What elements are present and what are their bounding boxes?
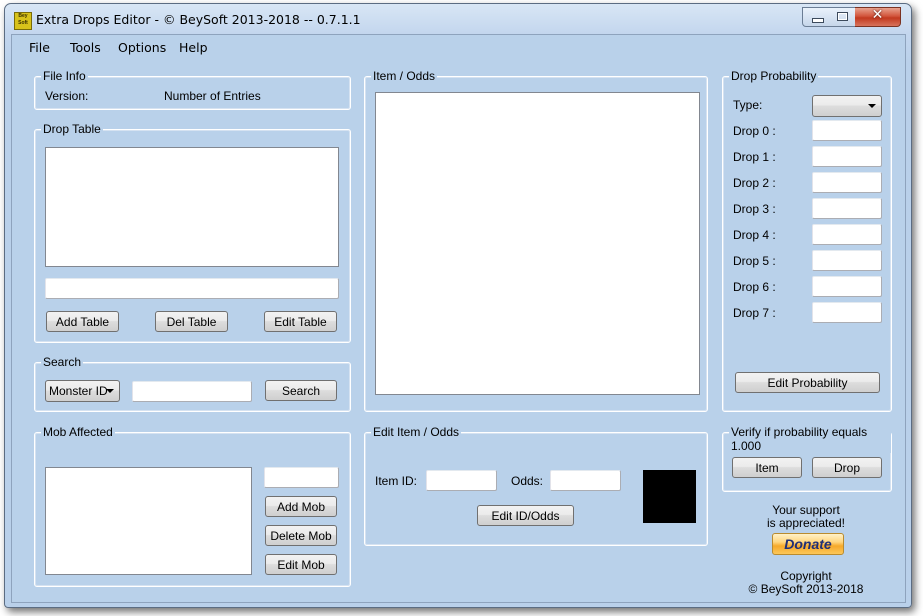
support-text-line2: is appreciated!	[766, 516, 846, 530]
mob-affected-title: Mob Affected	[41, 425, 115, 439]
drop-0-label: Drop 0 :	[733, 124, 776, 138]
search-input[interactable]	[132, 381, 252, 402]
drop-probability-title: Drop Probability	[729, 69, 819, 83]
menu-help[interactable]: Help	[179, 40, 208, 55]
drop-2-label: Drop 2 :	[733, 176, 776, 190]
chevron-down-icon	[868, 104, 876, 108]
copyright-line2: © BeySoft 2013-2018	[748, 582, 864, 596]
edit-item-odds-title: Edit Item / Odds	[371, 425, 462, 439]
item-id-input[interactable]	[426, 470, 497, 491]
drop-table-group: Drop Table Add Table Del Table Edit Tabl…	[34, 122, 351, 343]
number-of-entries-label: Number of Entries	[164, 89, 261, 103]
odds-label: Odds:	[511, 474, 544, 488]
copyright-line1: Copyright	[780, 569, 832, 583]
menu-tools[interactable]: Tools	[70, 40, 101, 55]
item-id-label: Item ID:	[375, 474, 418, 488]
edit-mob-button[interactable]: Edit Mob	[265, 554, 337, 575]
version-label: Version:	[45, 89, 89, 103]
type-label: Type:	[733, 98, 763, 112]
chevron-down-icon	[106, 389, 114, 393]
app-logo-icon: Bey Soft	[14, 12, 32, 30]
drop-probability-group: Drop Probability Type: Drop 0 : Drop 1 :…	[722, 69, 892, 412]
drop-7-label: Drop 7 :	[733, 306, 776, 320]
edit-item-odds-group: Edit Item / Odds Item ID: Odds: Edit ID/…	[364, 425, 708, 546]
verify-drop-button[interactable]: Drop	[812, 457, 882, 478]
item-odds-list[interactable]	[375, 92, 700, 395]
odds-input[interactable]	[550, 470, 621, 491]
add-mob-button[interactable]: Add Mob	[265, 496, 337, 517]
drop-5-input[interactable]	[812, 250, 882, 271]
menu-options[interactable]: Options	[118, 40, 166, 55]
search-button[interactable]: Search	[265, 380, 337, 401]
drop-5-label: Drop 5 :	[733, 254, 776, 268]
maximize-icon	[837, 12, 848, 21]
drop-1-input[interactable]	[812, 146, 882, 167]
drop-3-label: Drop 3 :	[733, 202, 776, 216]
support-text-line1: Your support	[772, 503, 840, 517]
mob-affected-list[interactable]	[45, 467, 252, 575]
client-area: File Tools Options Help File Info Versio…	[11, 34, 906, 603]
close-icon: ✕	[871, 7, 884, 23]
app-window: Bey Soft Extra Drops Editor - © BeySoft …	[4, 3, 912, 608]
drop-table-list[interactable]	[45, 147, 339, 267]
search-title: Search	[41, 355, 84, 369]
drop-4-input[interactable]	[812, 224, 882, 245]
item-preview-image	[643, 470, 696, 523]
drop-7-input[interactable]	[812, 302, 882, 323]
mob-affected-group: Mob Affected Add Mob Delete Mob Edit Mob	[34, 425, 351, 587]
edit-id-odds-button[interactable]: Edit ID/Odds	[477, 505, 574, 526]
maximize-button[interactable]	[829, 7, 856, 27]
minimize-button[interactable]	[802, 7, 831, 27]
menu-file[interactable]: File	[29, 40, 50, 55]
donate-button[interactable]: Donate	[772, 533, 844, 555]
drop-1-label: Drop 1 :	[733, 150, 776, 164]
edit-table-button[interactable]: Edit Table	[264, 311, 337, 332]
del-table-button[interactable]: Del Table	[155, 311, 228, 332]
search-type-dropdown[interactable]: Monster ID	[45, 380, 120, 402]
close-button[interactable]: ✕	[855, 7, 901, 27]
drop-table-title: Drop Table	[41, 122, 103, 136]
item-odds-group: Item / Odds	[364, 69, 708, 412]
delete-mob-button[interactable]: Delete Mob	[265, 525, 337, 546]
file-info-title: File Info	[41, 69, 88, 83]
title-bar[interactable]: Bey Soft Extra Drops Editor - © BeySoft …	[5, 4, 911, 34]
verify-item-button[interactable]: Item	[732, 457, 802, 478]
drop-2-input[interactable]	[812, 172, 882, 193]
verify-title: Verify if probability equals 1.000	[729, 425, 891, 453]
drop-4-label: Drop 4 :	[733, 228, 776, 242]
window-title: Extra Drops Editor - © BeySoft 2013-2018…	[36, 12, 361, 27]
verify-group: Verify if probability equals 1.000 Item …	[722, 425, 892, 492]
add-table-button[interactable]: Add Table	[46, 311, 119, 332]
file-info-group: File Info Version: Number of Entries	[34, 69, 351, 110]
drop-6-input[interactable]	[812, 276, 882, 297]
item-odds-title: Item / Odds	[371, 69, 438, 83]
minimize-icon	[812, 18, 824, 23]
search-group: Search Monster ID Search	[34, 355, 351, 412]
drop-0-input[interactable]	[812, 120, 882, 141]
drop-3-input[interactable]	[812, 198, 882, 219]
search-type-value: Monster ID	[49, 384, 108, 398]
drop-table-name-input[interactable]	[45, 278, 339, 299]
edit-probability-button[interactable]: Edit Probability	[735, 372, 880, 393]
mob-id-input[interactable]	[264, 467, 339, 488]
drop-6-label: Drop 6 :	[733, 280, 776, 294]
probability-type-dropdown[interactable]	[812, 95, 882, 117]
